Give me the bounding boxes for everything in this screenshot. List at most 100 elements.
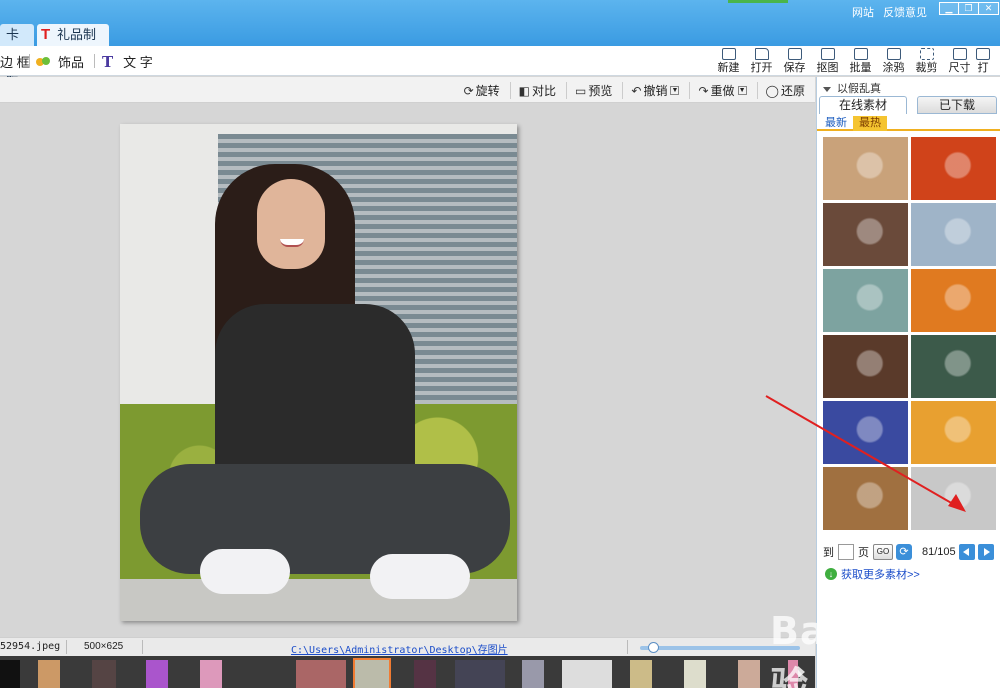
- minimize-icon[interactable]: ▁: [939, 2, 959, 15]
- status-divider: [66, 640, 67, 654]
- compare-button[interactable]: ◧ 对比: [509, 82, 557, 99]
- filmstrip-thumbnail[interactable]: [146, 660, 168, 688]
- goto-prefix: 到: [823, 547, 834, 559]
- gift-icon: T: [41, 26, 51, 43]
- filmstrip-thumbnail[interactable]: [562, 660, 612, 688]
- rotate-button[interactable]: ⟳ 旋转: [456, 82, 500, 99]
- folder-path-link[interactable]: C:\Users\Administrator\Desktop\存图片: [291, 641, 508, 656]
- crop-button[interactable]: 裁剪: [910, 47, 943, 75]
- text-tool[interactable]: T 文 字: [102, 52, 153, 71]
- photo-shoe-left: [200, 549, 290, 594]
- filmstrip-thumbnail[interactable]: [296, 660, 346, 688]
- title-accent-line: [728, 0, 788, 3]
- save-button[interactable]: 保存: [778, 47, 811, 75]
- filmstrip-thumbnail[interactable]: [522, 660, 544, 688]
- baidu-watermark: Bai du 经验 jingyan.baidu.com: [770, 600, 1000, 688]
- tab-gift-making[interactable]: T 礼品制作: [37, 24, 109, 64]
- zoom-slider-handle[interactable]: [648, 642, 659, 653]
- photo-face: [257, 179, 325, 269]
- print-label: 打: [977, 62, 989, 74]
- redo-icon: ↷: [698, 83, 709, 98]
- panel-title[interactable]: 以假乱真: [823, 80, 881, 96]
- page-number-input[interactable]: [838, 544, 854, 560]
- edited-photo[interactable]: [120, 124, 517, 621]
- material-thumbnail[interactable]: [911, 137, 996, 200]
- photo-shoe-right: [370, 554, 470, 599]
- toolbar-divider: [29, 54, 30, 68]
- pager: 到 页 GO ⟳ 81/105: [823, 543, 999, 561]
- feedback-link[interactable]: 反馈意见: [883, 7, 927, 19]
- undo-button[interactable]: ↶ 撤销 ▼: [622, 82, 680, 99]
- image-dimensions: 500×625: [84, 641, 124, 652]
- cutout-label: 抠图: [816, 62, 839, 74]
- new-button[interactable]: 新建: [712, 47, 745, 75]
- material-thumbnail[interactable]: [823, 269, 908, 332]
- material-thumbnail[interactable]: [911, 269, 996, 332]
- preview-label: 预览: [588, 84, 613, 98]
- page-count: 81/105: [922, 546, 956, 558]
- material-thumbnail[interactable]: [823, 335, 908, 398]
- undo-label: 撤销: [643, 84, 668, 98]
- filmstrip-thumbnail[interactable]: [38, 660, 60, 688]
- filmstrip-thumbnail[interactable]: [630, 660, 652, 688]
- filmstrip-thumbnail[interactable]: [353, 658, 391, 688]
- batch-button[interactable]: 批量: [844, 47, 877, 75]
- subtab-newest-label: 最新: [825, 117, 847, 129]
- redo-button[interactable]: ↷ 重做 ▼: [689, 82, 747, 99]
- resize-icon: [952, 48, 967, 60]
- filmstrip-thumbnail[interactable]: [455, 660, 505, 688]
- top-links: 网站 反馈意见: [852, 4, 933, 20]
- prev-page-icon[interactable]: [958, 544, 975, 560]
- tab-downloaded[interactable]: 已下载: [917, 96, 997, 114]
- compare-icon: ◧: [518, 83, 531, 98]
- resize-button[interactable]: 尺寸: [943, 47, 976, 75]
- rotate-label: 旋转: [475, 84, 500, 98]
- next-page-icon[interactable]: [977, 544, 994, 560]
- restore-circle-icon: ◯: [765, 83, 779, 98]
- go-button[interactable]: GO: [873, 544, 893, 560]
- close-icon[interactable]: ✕: [979, 2, 999, 15]
- watermark-url: jingyan.baidu.com: [890, 644, 995, 659]
- filmstrip-thumbnail[interactable]: [684, 660, 706, 688]
- open-button[interactable]: 打开: [745, 47, 778, 75]
- cutout-button[interactable]: 抠图: [811, 47, 844, 75]
- subtab-hottest[interactable]: 最热: [853, 116, 887, 131]
- redo-dropdown-icon[interactable]: ▼: [737, 86, 747, 95]
- cutout-icon: [820, 48, 835, 60]
- new-file-icon: [721, 48, 736, 60]
- filmstrip-thumbnail[interactable]: [738, 660, 760, 688]
- resize-label: 尺寸: [948, 62, 971, 74]
- undo-dropdown-icon[interactable]: ▼: [670, 86, 680, 95]
- doodle-button[interactable]: 涂鸦: [877, 47, 910, 75]
- material-thumbnail[interactable]: [823, 137, 908, 200]
- refresh-icon[interactable]: ⟳: [896, 544, 912, 560]
- decoration-tool[interactable]: 饰品: [36, 52, 84, 71]
- filmstrip-thumbnail[interactable]: [200, 660, 222, 688]
- print-button[interactable]: 打: [976, 47, 990, 75]
- toolbar-divider: [94, 54, 95, 68]
- restore-icon[interactable]: ❐: [959, 2, 979, 15]
- tab-online-materials[interactable]: 在线素材: [819, 96, 907, 114]
- filmstrip-thumbnail[interactable]: [92, 660, 116, 688]
- download-icon: ↓: [825, 568, 837, 580]
- preview-icon: ▭: [575, 83, 587, 98]
- tab-photo[interactable]: 卡拍照: [0, 24, 34, 86]
- filmstrip-thumbnail[interactable]: [414, 660, 436, 688]
- preview-button[interactable]: ▭ 预览: [566, 82, 612, 99]
- more-materials-link[interactable]: ↓ 获取更多素材>>: [825, 566, 920, 582]
- clover-icon: [36, 55, 52, 69]
- frame-tool[interactable]: 边 框: [0, 52, 30, 71]
- compare-label: 对比: [532, 84, 557, 98]
- more-materials-label: 获取更多素材>>: [841, 569, 920, 581]
- folder-icon: [754, 48, 769, 60]
- restore-button[interactable]: ◯ 还原: [756, 82, 805, 99]
- website-link[interactable]: 网站: [852, 7, 874, 19]
- material-thumbnail[interactable]: [911, 203, 996, 266]
- subtab-newest[interactable]: 最新: [821, 116, 851, 131]
- material-thumbnail[interactable]: [911, 335, 996, 398]
- open-label: 打开: [750, 62, 773, 74]
- material-thumbnail[interactable]: [823, 203, 908, 266]
- filmstrip-thumbnail[interactable]: [0, 660, 20, 688]
- image-canvas[interactable]: [0, 104, 815, 637]
- window-controls: ▁ ❐ ✕: [939, 2, 999, 15]
